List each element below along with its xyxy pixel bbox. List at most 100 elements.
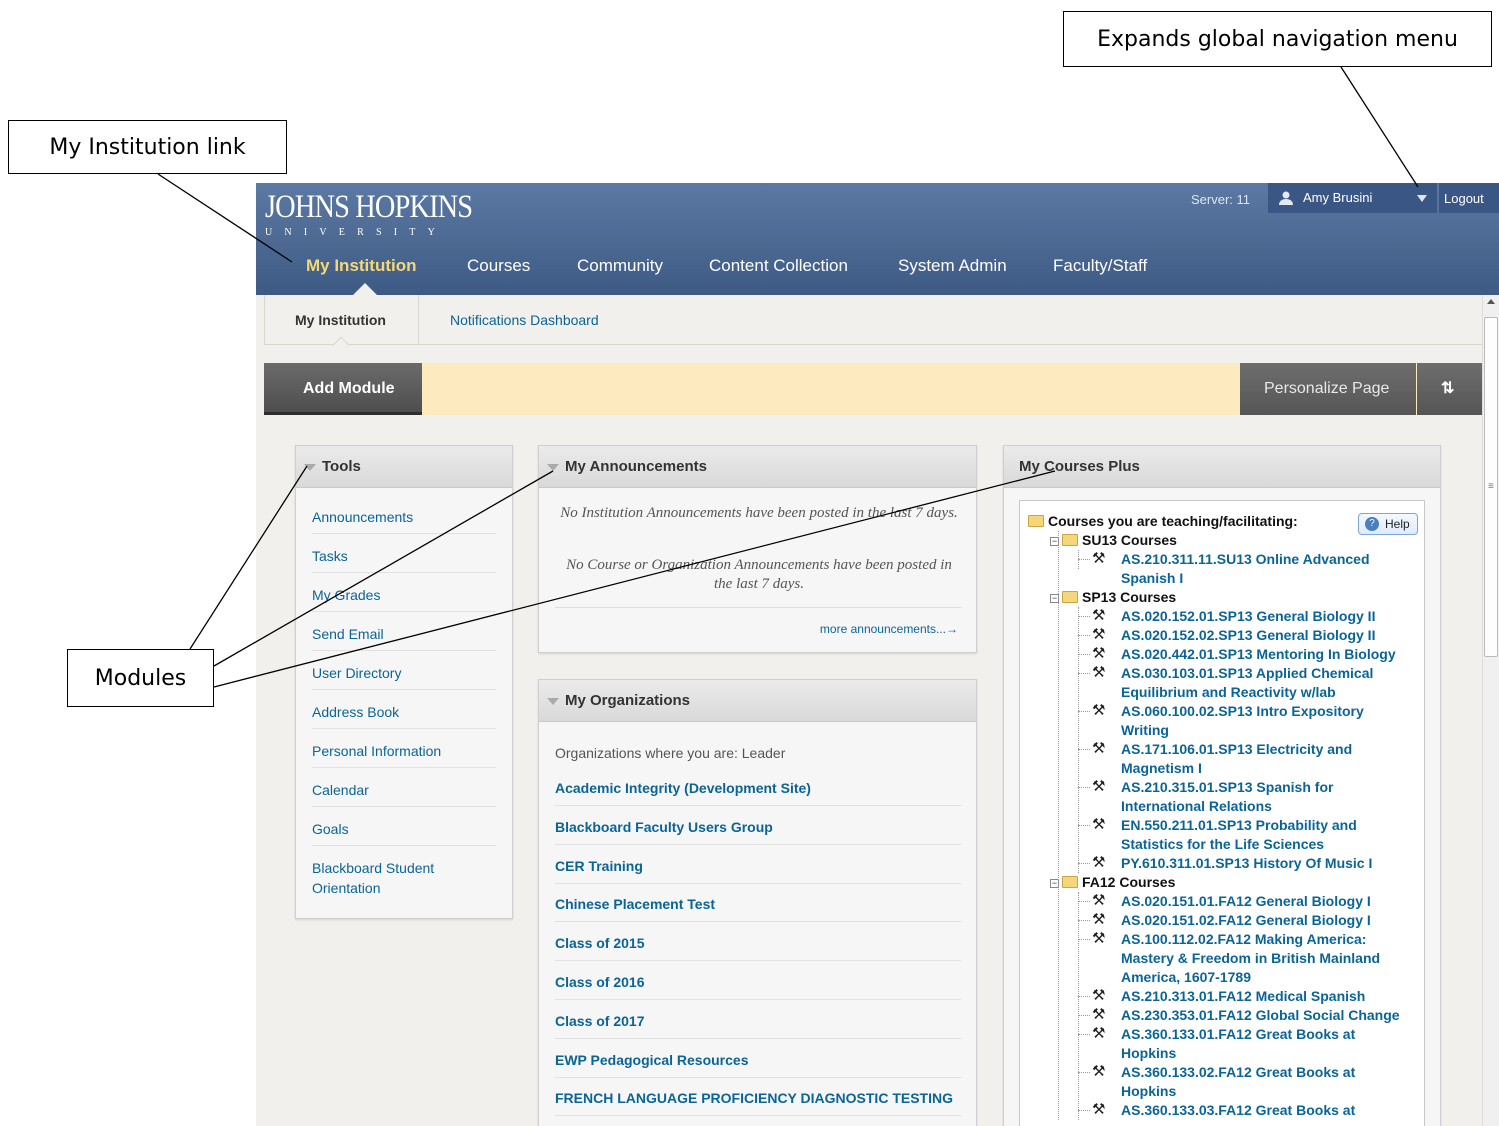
organization-link[interactable]: Class of 2017 — [555, 1013, 961, 1039]
nav-faculty-staff[interactable]: Faculty/Staff — [1053, 256, 1147, 276]
course-tools-icon: ⚒ — [1092, 607, 1106, 624]
course-link[interactable]: Spanish I — [1121, 569, 1183, 588]
divider — [555, 607, 961, 608]
collapse-triangle-icon[interactable] — [547, 464, 559, 471]
term-folder[interactable]: − FA12 Courses — [1050, 873, 1175, 892]
tool-link-send-email[interactable]: Send Email — [312, 624, 496, 651]
course-link[interactable]: AS.360.133.02.FA12 Great Books at — [1121, 1063, 1355, 1082]
course-link[interactable]: Statistics for the Life Sciences — [1121, 835, 1324, 854]
course-link[interactable]: Hopkins — [1121, 1044, 1176, 1063]
course-link[interactable]: Equilibrium and Reactivity w/lab — [1121, 683, 1336, 702]
term-folder[interactable]: − SU13 Courses — [1050, 531, 1177, 550]
course-link[interactable]: AS.210.311.11.SU13 Online Advanced — [1121, 550, 1370, 569]
course-link[interactable]: AS.360.133.03.FA12 Great Books at — [1121, 1101, 1355, 1120]
course-link[interactable]: AS.020.152.02.SP13 General Biology II — [1121, 626, 1375, 645]
course-link[interactable]: EN.550.211.01.SP13 Probability and — [1121, 816, 1357, 835]
module-title: My Courses Plus — [1019, 458, 1140, 475]
my-courses-plus-module: My Courses Plus Courses you are teaching… — [1003, 445, 1441, 1126]
module-header[interactable]: Tools — [296, 446, 512, 488]
course-tools-icon: ⚒ — [1092, 987, 1106, 1004]
logout-button[interactable]: Logout — [1439, 183, 1499, 213]
nav-courses[interactable]: Courses — [467, 256, 530, 276]
term-folder[interactable]: − SP13 Courses — [1050, 588, 1176, 607]
nav-community[interactable]: Community — [577, 256, 663, 276]
scroll-up-arrow[interactable] — [1487, 299, 1495, 304]
help-button[interactable]: ? Help — [1358, 513, 1418, 535]
organization-link[interactable]: Academic Integrity (Development Site) — [555, 780, 961, 806]
page-scrollbar[interactable]: ≡ — [1482, 295, 1499, 1126]
callout-global-nav: Expands global navigation menu — [1063, 11, 1492, 67]
module-header[interactable]: My Announcements — [539, 446, 976, 488]
tool-link-tasks[interactable]: Tasks — [312, 546, 496, 573]
university-logo-subtitle: UNIVERSITY — [265, 227, 447, 238]
course-link[interactable]: AS.020.152.01.SP13 General Biology II — [1121, 607, 1375, 626]
organization-link[interactable]: Class of 2016 — [555, 974, 961, 1000]
course-link[interactable]: AS.360.133.01.FA12 Great Books at — [1121, 1025, 1355, 1044]
tool-link-personal-information[interactable]: Personal Information — [312, 741, 496, 768]
tree-connector — [1078, 673, 1090, 674]
course-link[interactable]: AS.100.112.02.FA12 Making America: — [1121, 930, 1366, 949]
course-link[interactable]: AS.210.313.01.FA12 Medical Spanish — [1121, 987, 1365, 1006]
course-link[interactable]: International Relations — [1121, 797, 1272, 816]
user-name: Amy Brusini — [1303, 190, 1373, 205]
tool-link-calendar[interactable]: Calendar — [312, 780, 496, 807]
chevron-down-icon[interactable] — [1417, 195, 1427, 202]
module-title: My Organizations — [565, 692, 691, 709]
course-link[interactable]: AS.230.353.01.FA12 Global Social Change — [1121, 1006, 1400, 1025]
tool-link-goals[interactable]: Goals — [312, 819, 496, 846]
tree-connector — [1078, 1072, 1090, 1073]
more-announcements-link[interactable]: more announcements...→ — [820, 622, 958, 636]
course-link[interactable]: Writing — [1121, 721, 1169, 740]
nav-system-admin[interactable]: System Admin — [898, 256, 1007, 276]
course-tools-icon: ⚒ — [1092, 664, 1106, 681]
add-module-button[interactable]: Add Module — [264, 363, 422, 415]
tool-link-blackboard-student-orientation[interactable]: Blackboard Student Orientation — [312, 858, 462, 904]
folder-icon — [1062, 534, 1078, 546]
scroll-thumb[interactable]: ≡ — [1484, 317, 1498, 657]
organization-link[interactable]: FRENCH LANGUAGE PROFICIENCY DIAGNOSTIC T… — [555, 1090, 961, 1117]
tree-connector — [1078, 863, 1090, 864]
module-header[interactable]: My Courses Plus — [1004, 446, 1440, 488]
course-link[interactable]: AS.020.151.02.FA12 General Biology I — [1121, 911, 1371, 930]
course-link[interactable]: PY.610.311.01.SP13 History Of Music I — [1121, 854, 1372, 873]
organization-link[interactable]: CER Training — [555, 858, 961, 884]
tree-connector — [1078, 616, 1090, 617]
tree-connector — [1078, 825, 1090, 826]
organization-link[interactable]: Class of 2015 — [555, 935, 961, 962]
course-tools-icon: ⚒ — [1092, 645, 1106, 662]
organizations-module: My Organizations Organizations where you… — [538, 679, 977, 1126]
user-menu-button[interactable]: Amy Brusini — [1268, 183, 1437, 213]
course-link[interactable]: AS.060.100.02.SP13 Intro Expository — [1121, 702, 1364, 721]
university-logo[interactable]: JOHNS HOPKINS — [265, 189, 473, 226]
tool-link-my-grades[interactable]: My Grades — [312, 585, 496, 612]
grip-icon: ≡ — [1488, 481, 1494, 492]
nav-content-collection[interactable]: Content Collection — [709, 256, 848, 276]
tool-link-announcements[interactable]: Announcements — [312, 507, 496, 534]
collapse-triangle-icon[interactable] — [547, 698, 559, 705]
course-link[interactable]: AS.020.151.01.FA12 General Biology I — [1121, 892, 1371, 911]
tab-notifications-dashboard[interactable]: Notifications Dashboard — [450, 312, 599, 328]
tree-connector — [1078, 901, 1090, 902]
module-header[interactable]: My Organizations — [539, 680, 976, 722]
tree-connector — [1078, 939, 1090, 940]
reorder-icon[interactable]: ⇅ — [1417, 363, 1482, 415]
course-link[interactable]: America, 1607-1789 — [1121, 968, 1251, 987]
course-link[interactable]: Hopkins — [1121, 1082, 1176, 1101]
organization-link[interactable]: EWP Pedagogical Resources — [555, 1052, 961, 1078]
nav-my-institution[interactable]: My Institution — [306, 256, 416, 276]
callout-modules: Modules — [67, 649, 214, 707]
course-link[interactable]: AS.210.315.01.SP13 Spanish for — [1121, 778, 1333, 797]
course-link[interactable]: Mastery & Freedom in British Mainland — [1121, 949, 1380, 968]
organization-link[interactable]: Chinese Placement Test — [555, 896, 961, 923]
tool-link-user-directory[interactable]: User Directory — [312, 663, 496, 690]
personalize-page-button[interactable]: Personalize Page — [1240, 363, 1416, 415]
collapse-triangle-icon[interactable] — [304, 464, 316, 471]
tool-link-address-book[interactable]: Address Book — [312, 702, 496, 729]
course-link[interactable]: AS.171.106.01.SP13 Electricity and — [1121, 740, 1352, 759]
leader-global-nav — [1340, 66, 1419, 188]
organization-link[interactable]: Blackboard Faculty Users Group — [555, 819, 961, 845]
course-link[interactable]: AS.020.442.01.SP13 Mentoring In Biology — [1121, 645, 1396, 664]
course-link[interactable]: Magnetism I — [1121, 759, 1202, 778]
tree-connector — [1078, 711, 1090, 712]
course-link[interactable]: AS.030.103.01.SP13 Applied Chemical — [1121, 664, 1373, 683]
